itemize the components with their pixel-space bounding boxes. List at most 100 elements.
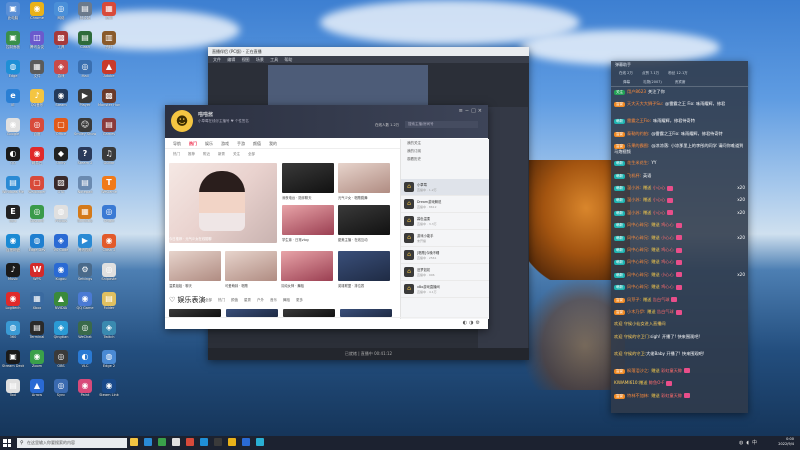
- desktop-icon[interactable]: ◍ Photos: [50, 205, 72, 231]
- live-app-window[interactable]: ☻ 喵喵酱 小草莓在线@主播号 ♥ 个性签名 在线人数 1.2万 搜索主播/房间…: [165, 105, 489, 329]
- desktop-icon[interactable]: ▲ Arrow: [26, 379, 48, 405]
- desktop-icon[interactable]: ◎ 百度: [26, 118, 48, 144]
- desktop-icon[interactable]: ◎ 网络: [50, 2, 72, 28]
- desktop-icon[interactable]: ▣ Stream Deck: [2, 350, 24, 376]
- subtab-item[interactable]: 附近: [203, 152, 210, 156]
- desktop-icon[interactable]: ▶ 腾讯视频: [74, 234, 96, 260]
- tab-gifts[interactable]: 礼物(2007): [643, 80, 662, 84]
- desktop-icon[interactable]: ◉ Logitech: [2, 292, 24, 318]
- desktop-icon[interactable]: ◉ Steam: [50, 89, 72, 115]
- desktop-icon[interactable]: ▤ Terminal: [26, 321, 48, 347]
- desktop-icon[interactable]: ▤ Tool: [2, 379, 24, 405]
- desktop-icon[interactable]: ☺ Smiley Show: [74, 118, 96, 144]
- chat-message[interactable]: 富豪 风芽子: 赠送 告白气球: [614, 297, 745, 303]
- desktop-icon[interactable]: ◎ WeChat: [74, 321, 96, 347]
- stream-thumbnail[interactable]: [169, 309, 221, 317]
- stream-thumbnail[interactable]: 深夜电台 · 陪伴聊天: [282, 163, 334, 200]
- desktop-icon[interactable]: ◈ Twitch: [98, 321, 120, 347]
- desktop-icon[interactable]: ◍ Edge Dev: [26, 234, 48, 260]
- taskbar-app-icon[interactable]: [242, 438, 250, 446]
- stream-thumbnail[interactable]: 清纯女神 · 舞蹈: [281, 251, 333, 288]
- desktop-icon[interactable]: ♫ Guitar: [98, 147, 120, 173]
- stream-thumbnail[interactable]: 温柔姐姐 · 聊天: [169, 251, 221, 288]
- desktop-icon[interactable]: ♪ Music: [2, 263, 24, 289]
- subtab-item[interactable]: 全部: [248, 152, 255, 156]
- section-tab[interactable]: 户外: [257, 298, 264, 302]
- subtab-item[interactable]: 热门: [173, 152, 180, 156]
- tab-item[interactable]: 娱乐: [205, 141, 213, 146]
- taskbar-app-icon[interactable]: [144, 438, 152, 446]
- desktop-icon[interactable]: ▣ 此电脑: [2, 2, 24, 28]
- desktop-icon[interactable]: E Epic: [2, 205, 24, 231]
- follow-list-item[interactable]: ⌂ Dream游戏解说 直播中 · 8612: [401, 196, 489, 213]
- desktop-icon[interactable]: ▤ Folder: [98, 292, 120, 318]
- desktop-icon[interactable]: ▲ Adobe: [98, 60, 120, 86]
- subtab-item[interactable]: 关注: [233, 152, 240, 156]
- ime-icon[interactable]: 中: [752, 440, 760, 446]
- chat-message[interactable]: 萌新 温小苏: 赠送 小心心 x20: [614, 185, 745, 191]
- desktop-icon[interactable]: ▢ Wallpaper: [26, 176, 48, 202]
- menu-item[interactable]: 编辑: [227, 57, 235, 62]
- chat-message[interactable]: 富豪 乐果的霸图: @凉凉落: 小凉那里上的李彤的同学 请问你难道到马炮视频: [614, 143, 745, 155]
- desktop-icon[interactable]: ◎ Sync: [50, 379, 72, 405]
- featured-stream[interactable]: 今日推荐 · 元气少女在线陪聊: [169, 163, 277, 243]
- chat-message[interactable]: 萌新 风中心碎兄: 赠送 鸡心心: [614, 222, 745, 229]
- follow-list-item[interactable]: ⌂ xBo游戏直播间 直播中 · 4.1万: [401, 281, 489, 298]
- chat-message[interactable]: 萌新 风中心碎兄: 赠送 鸡心心: [614, 247, 745, 253]
- taskbar-app-icon[interactable]: [214, 438, 222, 446]
- desktop-icon[interactable]: ◉ Paint: [74, 379, 96, 405]
- desktop-icon[interactable]: ◉ 网易云: [26, 147, 48, 173]
- desktop-icon[interactable]: ◍ 360: [2, 321, 24, 347]
- desktop-icon[interactable]: ◐ VLC: [74, 350, 96, 376]
- desktop-icon[interactable]: ◎ OBS: [50, 350, 72, 376]
- tab-item[interactable]: 我的: [269, 141, 277, 146]
- desktop-icon[interactable]: ◉ Google: [2, 118, 24, 144]
- sidebar-item[interactable]: 观看历史: [401, 155, 489, 163]
- desktop-icon[interactable]: ◉ QQ Game: [74, 292, 96, 318]
- taskbar-app-icon[interactable]: [172, 438, 180, 446]
- desktop-icon[interactable]: ◉ Clash 2: [98, 234, 120, 260]
- subtab-item[interactable]: 推荐: [188, 152, 195, 156]
- desktop-icon[interactable]: ◫ 腾讯会议: [26, 31, 48, 57]
- desktop-icon[interactable]: ◎ Snipaste: [98, 263, 120, 289]
- desktop-icon[interactable]: ◐ QQ: [2, 147, 24, 173]
- taskbar-search[interactable]: ⚲ 在这里输入你要搜索的内容: [17, 438, 127, 448]
- desktop-icon[interactable]: ▤ Clash: [74, 31, 96, 57]
- subtab-item[interactable]: 新秀: [218, 152, 225, 156]
- desktop-icon[interactable]: ◆ Unity: [50, 147, 72, 173]
- follow-list-item[interactable]: ⌂ 游戏小能手 未开播: [401, 230, 489, 247]
- desktop-icon[interactable]: ◈ Qingtian: [50, 321, 72, 347]
- menu-item[interactable]: 视图: [242, 57, 250, 62]
- stream-thumbnail[interactable]: [283, 309, 335, 317]
- section-tab[interactable]: 星秀: [244, 298, 251, 302]
- menu-item[interactable]: 场景: [256, 57, 264, 62]
- follow-list-item[interactable]: ⌂ 小草莓 直播中 · 1.2万: [401, 179, 489, 196]
- desktop-icon[interactable]: T WeGame: [98, 176, 120, 202]
- desktop-icon[interactable]: ▦ Xbox: [26, 292, 48, 318]
- desktop-icon[interactable]: ◉ Steam Link: [98, 379, 120, 405]
- chat-message[interactable]: 萌新 风中心碎兄: 赠送 小心心 x20: [614, 272, 745, 278]
- sidebar-item[interactable]: 我的关注: [401, 139, 489, 147]
- stream-thumbnail[interactable]: [340, 309, 392, 317]
- menu-item[interactable]: 帮助: [284, 57, 292, 62]
- desktop-icon[interactable]: ◎ Origin: [98, 205, 120, 231]
- desktop-icon[interactable]: ◈ VS Code: [50, 234, 72, 260]
- desktop-icon[interactable]: ▩Monster Hunter: [98, 89, 120, 115]
- section-tab[interactable]: 更多: [296, 298, 303, 302]
- desktop-icon[interactable]: ◎ Mail: [74, 60, 96, 86]
- follow-list-item[interactable]: ⌂ 旧梦如初 直播中 · 906: [401, 264, 489, 281]
- chat-message[interactable]: 富豪 泰勒的约拍: @雷霆之王Fio: 味雨耀辉，修君待奇特: [614, 131, 745, 137]
- desktop-icon[interactable]: ▤ 回收站: [74, 2, 96, 28]
- chat-message[interactable]: 萌新 花生米花生: YY: [614, 160, 745, 167]
- tab-item[interactable]: 热门: [189, 141, 197, 146]
- tab-item[interactable]: 游戏: [221, 141, 229, 146]
- taskbar-app-icon[interactable]: [186, 438, 194, 446]
- desktop-icon[interactable]: ? Steam 2: [74, 147, 96, 173]
- desktop-icon[interactable]: ▶ Player: [74, 89, 96, 115]
- section-tab[interactable]: 音乐: [270, 298, 277, 302]
- chat-message[interactable]: 欢迎 守候的守卫门:sigh! 开播了! 快来围观吧!: [614, 334, 745, 340]
- desktop-icon[interactable]: ▣ 控制面板: [2, 31, 24, 57]
- desktop-icon[interactable]: ▦ 文件: [26, 60, 48, 86]
- tab-item[interactable]: 手游: [237, 141, 245, 146]
- desktop-icon[interactable]: e IE: [2, 89, 24, 115]
